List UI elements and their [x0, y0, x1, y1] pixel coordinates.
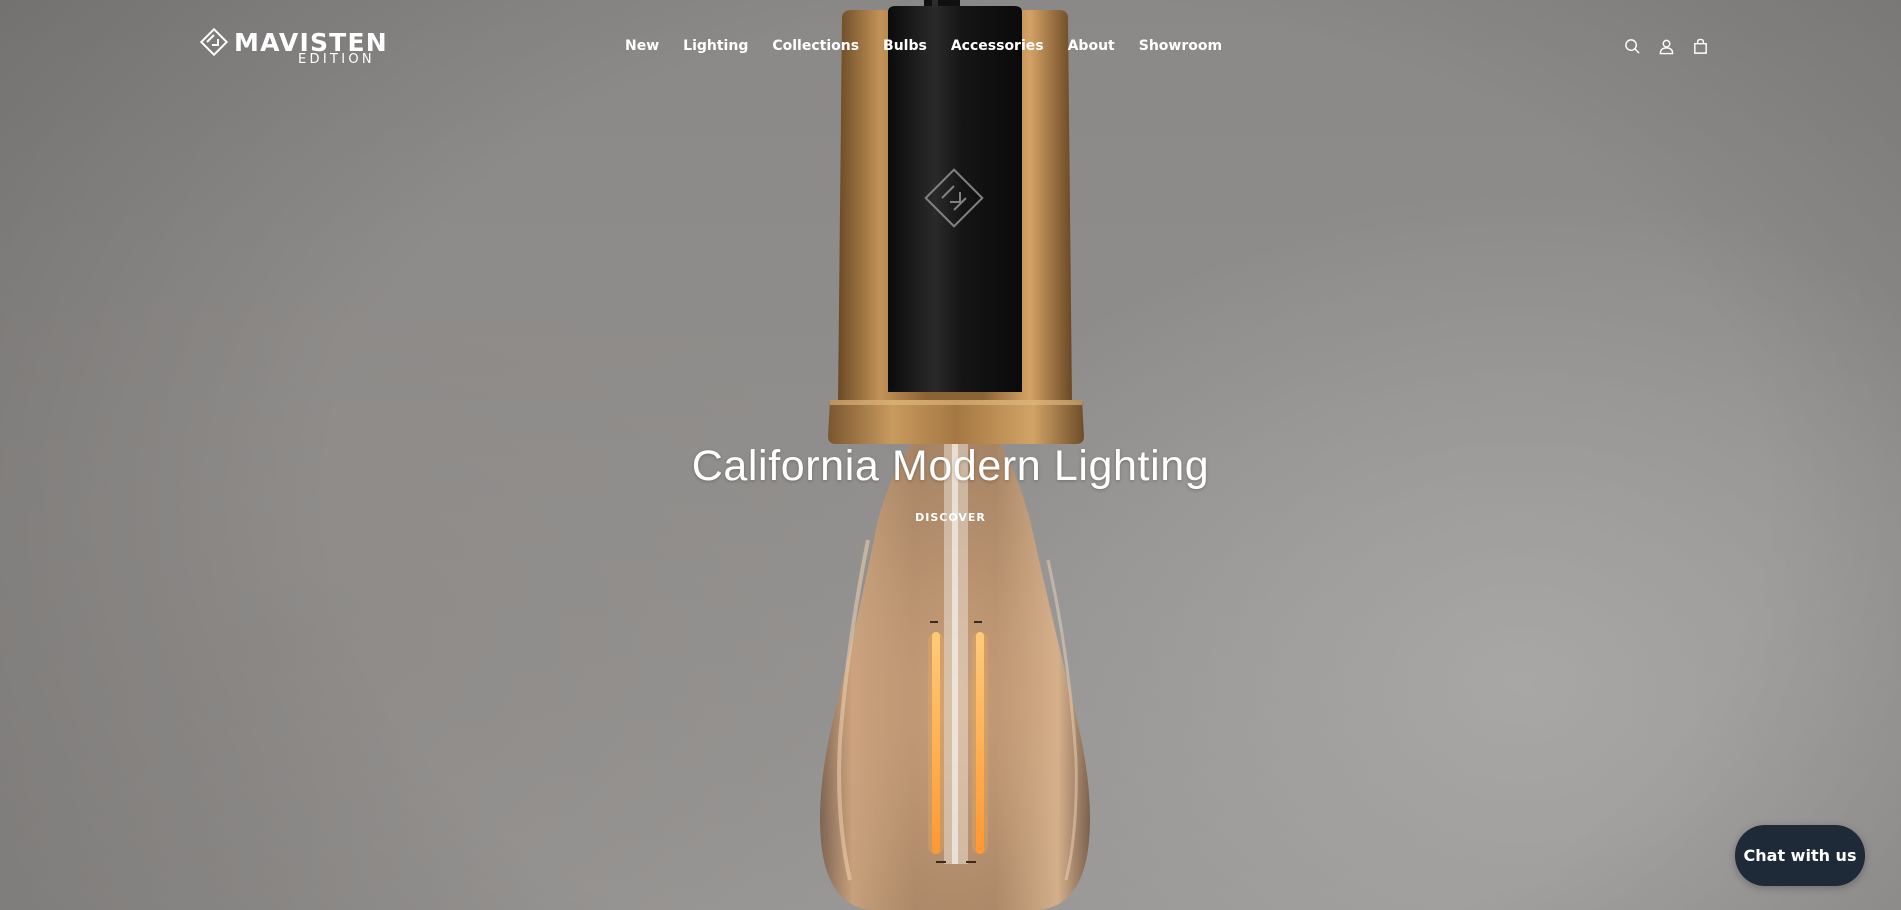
nav-item-showroom[interactable]: Showroom: [1127, 35, 1234, 57]
nav-item-new[interactable]: New: [613, 35, 671, 57]
nav-item-lighting[interactable]: Lighting: [671, 35, 760, 57]
nav-item-accessories[interactable]: Accessories: [939, 35, 1056, 57]
cart-button[interactable]: [1688, 34, 1712, 58]
site-header: MAVISTEN EDITION New Lighting Collection…: [0, 0, 1901, 92]
discover-link[interactable]: DISCOVER: [900, 508, 1001, 528]
brand-subtitle: EDITION: [298, 52, 375, 67]
brand-logo[interactable]: MAVISTEN EDITION: [200, 28, 387, 68]
nav-item-collections[interactable]: Collections: [760, 35, 871, 57]
nav-item-about[interactable]: About: [1056, 35, 1127, 57]
hero-title: California Modern Lighting: [691, 442, 1210, 490]
account-button[interactable]: [1654, 34, 1678, 58]
main-nav: New Lighting Collections Bulbs Accessori…: [613, 34, 1234, 58]
chat-button[interactable]: Chat with us: [1735, 825, 1865, 886]
search-button[interactable]: [1620, 34, 1644, 58]
nav-item-bulbs[interactable]: Bulbs: [871, 35, 939, 57]
account-icon: [1659, 39, 1673, 54]
cart-icon: [1693, 38, 1707, 54]
header-icons: [1620, 34, 1712, 58]
search-icon: [1624, 38, 1640, 54]
hero-banner: MAVISTEN EDITION New Lighting Collection…: [0, 0, 1901, 910]
diamond-logo-icon: [200, 28, 228, 56]
